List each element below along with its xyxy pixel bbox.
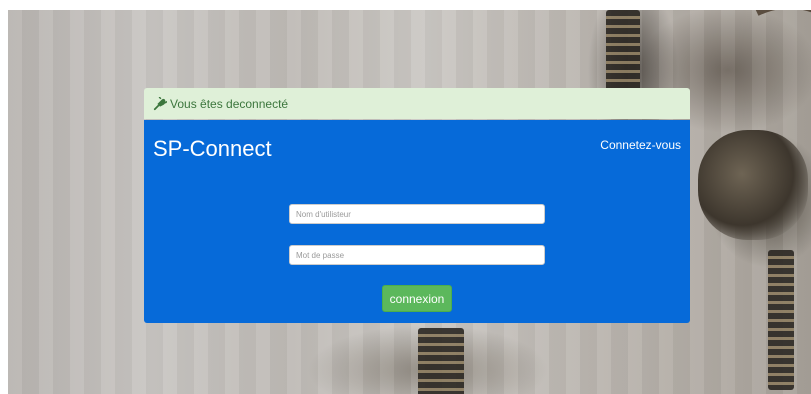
scale-ornament-decoration xyxy=(698,130,808,240)
app-brand: SP-Connect xyxy=(153,136,272,161)
login-link[interactable]: Connetez-vous xyxy=(600,138,681,152)
password-input[interactable] xyxy=(289,245,545,265)
connexion-button[interactable]: connexion xyxy=(382,285,452,312)
chain-decoration xyxy=(418,328,464,394)
alert-message: Vous êtes deconnecté xyxy=(170,96,289,111)
disconnected-alert: Vous êtes deconnecté xyxy=(144,88,690,119)
username-input[interactable] xyxy=(289,204,545,224)
plug-icon xyxy=(153,96,167,110)
login-panel: SP-Connect Connetez-vous connexion xyxy=(144,120,690,323)
chain-decoration xyxy=(768,250,794,390)
